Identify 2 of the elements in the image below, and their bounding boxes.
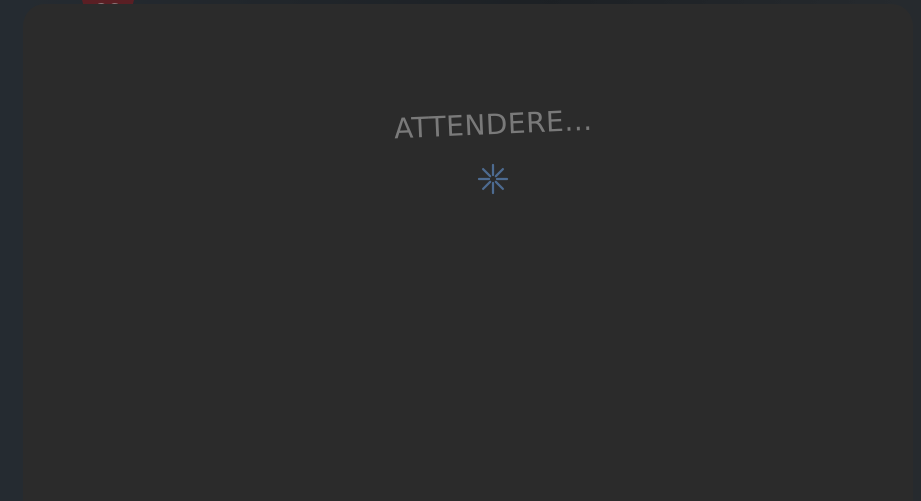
loading-spinner-icon — [477, 163, 509, 195]
loading-message: ATTENDERE... — [393, 104, 593, 146]
